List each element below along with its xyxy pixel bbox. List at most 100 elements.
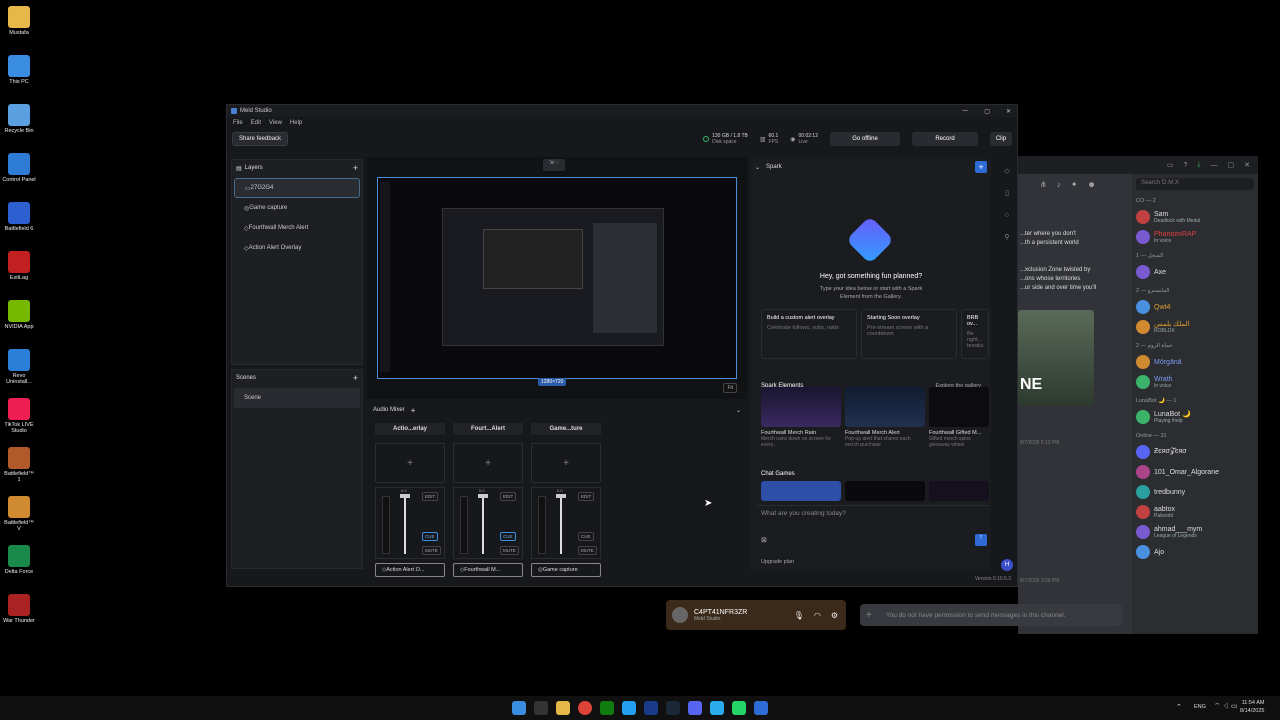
minimize-icon[interactable]: — — [962, 108, 968, 115]
attach-icon[interactable]: ⊠ — [761, 536, 767, 544]
whatsapp-icon[interactable] — [732, 701, 746, 715]
vscode-icon[interactable] — [622, 701, 636, 715]
preview-tools[interactable]: ⇲ ◌ — [543, 159, 565, 171]
mute-button[interactable]: MUTE — [500, 546, 519, 555]
member-item[interactable]: Ƶєяσ𝓩єяσ — [1136, 442, 1254, 462]
layer-item[interactable]: ◎ Game capture — [234, 198, 360, 218]
file-explorer-icon[interactable] — [556, 701, 570, 715]
app-icon[interactable] — [644, 701, 658, 715]
cue-button[interactable]: CUE — [578, 532, 594, 541]
download-icon[interactable]: ⤓ — [1197, 161, 1200, 169]
member-item[interactable]: ahmad___mym League of Legends — [1136, 522, 1254, 542]
layer-item[interactable]: ◇ Fourthwall Merch Alert — [234, 218, 360, 238]
mute-button[interactable]: MUTE — [422, 546, 441, 555]
go-offline-button[interactable]: Go offline — [830, 132, 900, 146]
channel-source-label[interactable]: ◎ Game capture — [531, 563, 601, 577]
menu-item[interactable]: Edit — [251, 120, 261, 126]
upgrade-plan-link[interactable]: Upgrade plan — [761, 559, 794, 565]
headphones-icon[interactable]: ◠ — [814, 611, 821, 620]
cue-button[interactable]: CUE — [422, 532, 438, 541]
send-icon[interactable]: ↑ — [975, 534, 987, 546]
maximize-icon[interactable]: ▢ — [1228, 161, 1235, 169]
channel-source-label[interactable]: ◇ Fourthwall M... — [453, 563, 523, 577]
add-layer-icon[interactable]: + — [353, 163, 358, 173]
message-input[interactable]: + You do not have permission to send mes… — [860, 604, 1122, 626]
edit-button[interactable]: EDIT — [422, 492, 439, 501]
add-channel-icon[interactable]: + — [411, 406, 416, 415]
desktop-icon[interactable]: NVIDIA App — [2, 300, 36, 330]
members-icon[interactable]: ☻ — [1087, 180, 1095, 189]
desktop-icon[interactable]: Recycle Bin — [2, 104, 36, 134]
layer-item[interactable]: ◇ Action Alert Overlay — [234, 238, 360, 258]
volume-fader[interactable]: 0.0 EDIT CUE MUTE — [531, 487, 601, 559]
desktop-icon[interactable]: Battlefield™ 1 — [2, 447, 36, 483]
volume-fader[interactable]: 0.0 EDIT CUE MUTE — [453, 487, 523, 559]
suggestion-card[interactable]: Starting Soon overlay Pre-stream screen w… — [861, 309, 957, 359]
clip-button[interactable]: Clip — [990, 132, 1012, 146]
search-icon[interactable] — [534, 701, 548, 715]
fit-select[interactable]: Fit — [723, 383, 737, 393]
member-item[interactable]: Mōrgānā — [1136, 352, 1254, 372]
scene-item[interactable]: Scene — [234, 388, 360, 408]
collapse-icon[interactable]: ⌄ — [736, 407, 747, 414]
spark-element[interactable]: Fourthwall Merch Alert Pop-up alert that … — [845, 387, 925, 448]
desktop-icon[interactable]: TikTok LIVE Studio — [2, 398, 36, 434]
member-item[interactable]: PhantomRAP In voice — [1136, 227, 1254, 247]
menu-item[interactable]: File — [233, 120, 243, 126]
clock[interactable]: 11:54 AM 8/14/2025 — [1240, 699, 1264, 715]
add-filter-button[interactable]: + — [453, 443, 523, 483]
member-item[interactable]: LunaBot 🌙 Playing /help — [1136, 407, 1254, 427]
member-item[interactable]: Ajo — [1136, 542, 1254, 562]
profile-avatar[interactable]: H — [1001, 559, 1013, 571]
spark-element[interactable]: Fourthwall Gifted M... Gifted merch spins… — [929, 387, 989, 448]
chat-image[interactable]: NE — [1018, 310, 1094, 406]
pin-icon[interactable]: ✦ — [1071, 180, 1078, 189]
desktop-icon[interactable]: ExitLag — [2, 251, 36, 281]
edit-button[interactable]: EDIT — [578, 492, 595, 501]
member-item[interactable]: tredbunny — [1136, 482, 1254, 502]
preview-canvas[interactable]: 1280×720 — [377, 177, 737, 386]
chevron-down-icon[interactable]: ⌄ — [755, 164, 760, 171]
suggestion-card[interactable]: Build a custom alert overlay Celebrate fo… — [761, 309, 857, 359]
network-volume-battery-icons[interactable]: ⌔ ◁ ▭ — [1214, 702, 1238, 711]
channel-header[interactable]: Game...ture — [531, 423, 601, 435]
desktop-icon[interactable]: Control Panel — [2, 153, 36, 183]
mute-button[interactable]: MUTE — [578, 546, 597, 555]
desktop-icon[interactable]: Battlefield 6 — [2, 202, 36, 232]
desktop-icon[interactable]: Battlefield™ V — [2, 496, 36, 532]
fader-knob[interactable] — [556, 494, 566, 498]
plus-icon[interactable]: + — [866, 610, 872, 621]
inbox-icon[interactable]: ▭ — [1167, 161, 1174, 169]
volume-fader[interactable]: 0.0 EDIT CUE MUTE — [375, 487, 445, 559]
server-search[interactable]: Search Ɗ.M.X — [1136, 178, 1254, 190]
steam-icon[interactable] — [666, 701, 680, 715]
share-feedback-button[interactable]: Share feedback — [232, 132, 289, 146]
channel-source-label[interactable]: ◇ Action Alert O... — [375, 563, 445, 577]
start-icon[interactable] — [512, 701, 526, 715]
meld-taskbar-icon[interactable] — [754, 701, 768, 715]
language-indicator[interactable]: ENG — [1194, 704, 1206, 710]
telegram-icon[interactable] — [710, 701, 724, 715]
chat-game-thumb[interactable] — [929, 481, 989, 501]
channel-header[interactable]: Fourt...Alert — [453, 423, 523, 435]
add-filter-button[interactable]: + — [531, 443, 601, 483]
member-item[interactable]: Axe — [1136, 262, 1254, 282]
fader-knob[interactable] — [400, 494, 410, 498]
member-item[interactable]: الملك يلمس ROBLOX — [1136, 317, 1254, 337]
chrome-icon[interactable] — [578, 701, 592, 715]
desktop-icon[interactable]: War Thunder — [2, 594, 36, 624]
close-icon[interactable]: ✕ — [1244, 161, 1250, 169]
menu-item[interactable]: View — [269, 120, 282, 126]
xbox-icon[interactable] — [600, 701, 614, 715]
record-button[interactable]: Record — [912, 132, 978, 146]
minimize-icon[interactable]: — — [1211, 162, 1218, 169]
member-item[interactable]: Sam Deadlock with Medal — [1136, 207, 1254, 227]
desktop-icon[interactable]: Revo Uninstall... — [2, 349, 36, 385]
rail-icons[interactable]: ◇ ▯ ○ ⚲ — [999, 161, 1015, 249]
chat-game-thumb[interactable] — [845, 481, 925, 501]
add-scene-icon[interactable]: + — [353, 373, 358, 383]
layer-item[interactable]: ▭ 27G2G4 — [234, 178, 360, 198]
mic-icon[interactable]: 🎙 — [794, 611, 804, 620]
suggestion-card[interactable]: BRB ov... Be right... breaks — [961, 309, 989, 359]
channel-header[interactable]: Actio...erlay — [375, 423, 445, 435]
